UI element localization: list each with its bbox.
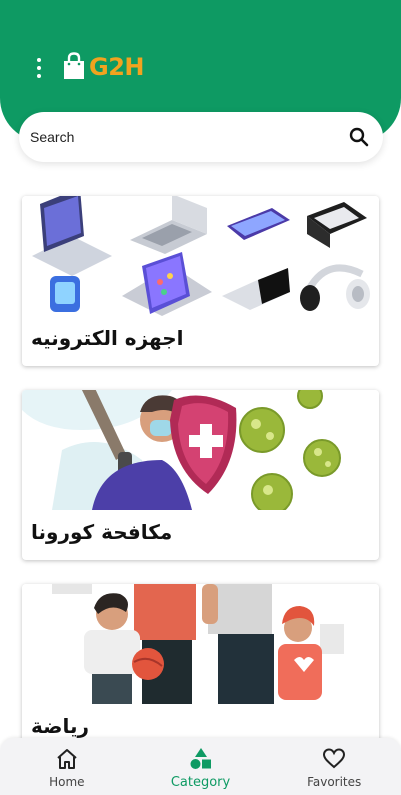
electronics-image bbox=[22, 196, 379, 316]
nav-item-favorites[interactable]: Favorites bbox=[267, 738, 401, 795]
corona-image bbox=[22, 390, 379, 510]
search-icon[interactable] bbox=[347, 125, 371, 149]
nav-label-favorites: Favorites bbox=[307, 775, 362, 789]
shopping-bag-icon bbox=[64, 52, 84, 79]
category-icon bbox=[190, 748, 211, 769]
category-card-sports[interactable]: رياضة bbox=[22, 584, 379, 754]
logo-text: G2H bbox=[89, 52, 144, 81]
sports-image bbox=[22, 584, 379, 704]
nav-item-home[interactable]: Home bbox=[0, 738, 134, 795]
category-card-electronics[interactable]: اجهزه الكترونيه bbox=[22, 196, 379, 366]
app-logo: G2H bbox=[62, 52, 144, 81]
nav-label-category: Category bbox=[170, 775, 231, 790]
nav-item-category[interactable]: Category bbox=[134, 738, 268, 795]
app-screen: اجهزه الكترونيه مكافحة كورونا رياضة G2H … bbox=[0, 0, 401, 795]
heart-icon bbox=[323, 748, 346, 769]
category-title: مكافحة كورونا bbox=[31, 520, 173, 544]
category-title: رياضة bbox=[31, 714, 89, 738]
search-bar[interactable] bbox=[19, 112, 383, 162]
more-options-icon[interactable] bbox=[33, 58, 45, 78]
home-icon bbox=[57, 749, 77, 769]
bottom-navigation: Home Category Favorites bbox=[0, 738, 401, 795]
nav-label-home: Home bbox=[49, 775, 85, 789]
category-card-corona[interactable]: مكافحة كورونا bbox=[22, 390, 379, 560]
category-title: اجهزه الكترونيه bbox=[31, 326, 184, 350]
search-input[interactable] bbox=[30, 129, 347, 145]
